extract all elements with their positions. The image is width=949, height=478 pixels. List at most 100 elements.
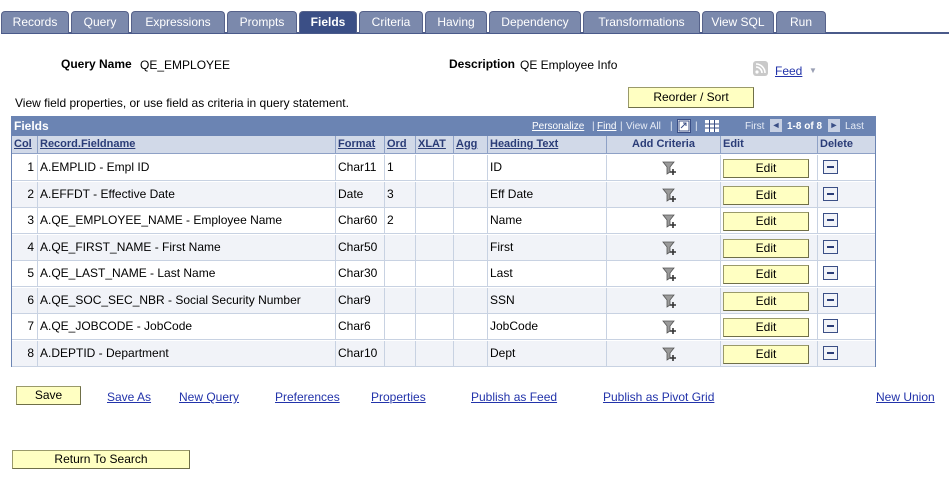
separator: | xyxy=(670,121,673,132)
add-criteria-funnel-icon[interactable] xyxy=(662,319,678,335)
zoom-grid-icon[interactable] xyxy=(677,119,691,133)
col-header-ord[interactable]: Ord xyxy=(385,136,416,154)
save-button[interactable]: Save xyxy=(16,386,81,405)
delete-row-icon[interactable] xyxy=(823,239,838,254)
table-row: 8 A.DEPTID - Department Char10 Dept Edit xyxy=(12,340,875,367)
fields-grid: Fields Personalize | Find | View All | |… xyxy=(11,116,876,367)
row-agg xyxy=(454,287,488,314)
edit-field-button[interactable]: Edit xyxy=(723,344,809,364)
row-agg xyxy=(454,155,488,181)
column-headers: Col Record.Fieldname Format Ord XLAT Agg… xyxy=(12,136,875,154)
col-header-format[interactable]: Format xyxy=(336,136,385,154)
delete-row-icon[interactable] xyxy=(823,345,838,360)
properties-link[interactable]: Properties xyxy=(371,390,426,404)
tab-having[interactable]: Having xyxy=(425,11,487,33)
tab-view-sql[interactable]: View SQL xyxy=(702,11,774,33)
row-col-number: 5 xyxy=(12,261,38,287)
row-ord xyxy=(385,234,416,261)
publish-as-feed-link[interactable]: Publish as Feed xyxy=(471,390,557,404)
delete-row-icon[interactable] xyxy=(823,213,838,227)
query-name-value: QE_EMPLOYEE xyxy=(140,58,231,72)
tab-prompts[interactable]: Prompts xyxy=(227,11,297,33)
tab-dependency[interactable]: Dependency xyxy=(489,11,581,33)
table-row: 2 A.EFFDT - Effective Date Date 3 Eff Date Ed… xyxy=(12,181,875,208)
edit-field-button[interactable]: Edit xyxy=(723,318,809,337)
tab-fields[interactable]: Fields xyxy=(299,11,357,33)
edit-field-button[interactable]: Edit xyxy=(723,185,809,205)
tab-run[interactable]: Run xyxy=(776,11,826,33)
row-heading-text: Eff Date xyxy=(488,181,607,208)
row-col-number: 6 xyxy=(12,287,38,314)
publish-as-pivot-grid-link[interactable]: Publish as Pivot Grid xyxy=(603,390,714,404)
add-criteria-funnel-icon[interactable] xyxy=(662,187,678,203)
col-header-edit: Edit xyxy=(721,136,818,154)
edit-field-button[interactable]: Edit xyxy=(723,238,809,258)
row-record-fieldname: A.EMPLID - Empl ID xyxy=(38,155,336,181)
new-query-link[interactable]: New Query xyxy=(179,390,239,404)
preferences-link[interactable]: Preferences xyxy=(275,390,340,404)
add-criteria-funnel-icon[interactable] xyxy=(662,266,678,282)
new-union-link[interactable]: New Union xyxy=(876,390,935,404)
find-link[interactable]: Find xyxy=(597,121,616,132)
delete-row-icon[interactable] xyxy=(823,319,838,333)
col-header-xlat[interactable]: XLAT xyxy=(416,136,454,154)
delete-row-icon[interactable] xyxy=(823,292,838,307)
view-all-link[interactable]: View All xyxy=(626,121,661,132)
add-criteria-funnel-icon[interactable] xyxy=(662,213,678,229)
edit-field-button[interactable]: Edit xyxy=(723,159,809,178)
reorder-sort-button[interactable]: Reorder / Sort xyxy=(628,87,754,108)
personalize-link[interactable]: Personalize xyxy=(532,121,584,132)
delete-row-icon[interactable] xyxy=(823,160,838,174)
row-ord: 3 xyxy=(385,181,416,208)
tab-expressions[interactable]: Expressions xyxy=(131,11,225,33)
row-record-fieldname: A.DEPTID - Department xyxy=(38,340,336,367)
feed-link[interactable]: Feed xyxy=(775,64,802,78)
edit-field-button[interactable]: Edit xyxy=(723,291,809,311)
tab-transformations[interactable]: Transformations xyxy=(583,11,700,33)
add-criteria-funnel-icon[interactable] xyxy=(662,160,678,176)
tab-records[interactable]: Records xyxy=(1,11,69,33)
return-to-search-button[interactable]: Return To Search xyxy=(12,450,190,469)
next-arrow-icon[interactable]: ► xyxy=(828,119,840,132)
row-heading-text: ID xyxy=(488,155,607,181)
add-criteria-funnel-icon[interactable] xyxy=(662,346,678,362)
row-heading-text: Last xyxy=(488,261,607,287)
tab-query[interactable]: Query xyxy=(71,11,129,33)
row-format: Char9 xyxy=(336,287,385,314)
col-header-col[interactable]: Col xyxy=(12,136,38,154)
delete-row-icon[interactable] xyxy=(823,266,838,280)
previous-arrow-icon[interactable]: ◄ xyxy=(770,119,782,132)
row-heading-text: SSN xyxy=(488,287,607,314)
row-col-number: 7 xyxy=(12,314,38,340)
row-xlat xyxy=(416,314,454,340)
row-record-fieldname: A.QE_SOC_SEC_NBR - Social Security Numbe… xyxy=(38,287,336,314)
add-criteria-funnel-icon[interactable] xyxy=(662,293,678,309)
row-format: Char11 xyxy=(336,155,385,181)
row-record-fieldname: A.QE_LAST_NAME - Last Name xyxy=(38,261,336,287)
rss-feed-icon[interactable] xyxy=(753,61,768,76)
download-spreadsheet-icon[interactable] xyxy=(705,120,719,132)
row-agg xyxy=(454,208,488,234)
row-heading-text: First xyxy=(488,234,607,261)
row-ord: 2 xyxy=(385,208,416,234)
table-row: 4 A.QE_FIRST_NAME - First Name Char50 First… xyxy=(12,234,875,261)
edit-field-button[interactable]: Edit xyxy=(723,212,809,231)
delete-row-icon[interactable] xyxy=(823,186,838,201)
row-col-number: 1 xyxy=(12,155,38,181)
row-xlat xyxy=(416,208,454,234)
separator: | xyxy=(620,121,623,132)
col-header-agg[interactable]: Agg xyxy=(454,136,488,154)
col-header-heading-text[interactable]: Heading Text xyxy=(488,136,607,154)
row-xlat xyxy=(416,261,454,287)
save-as-link[interactable]: Save As xyxy=(107,390,151,404)
edit-field-button[interactable]: Edit xyxy=(723,265,809,284)
row-col-number: 3 xyxy=(12,208,38,234)
row-heading-text: Name xyxy=(488,208,607,234)
add-criteria-funnel-icon[interactable] xyxy=(662,240,678,256)
col-header-record-fieldname[interactable]: Record.Fieldname xyxy=(38,136,336,154)
chevron-down-icon[interactable]: ▼ xyxy=(809,66,817,75)
separator: | xyxy=(592,121,595,132)
tab-criteria[interactable]: Criteria xyxy=(359,11,423,33)
row-xlat xyxy=(416,181,454,208)
row-xlat xyxy=(416,155,454,181)
